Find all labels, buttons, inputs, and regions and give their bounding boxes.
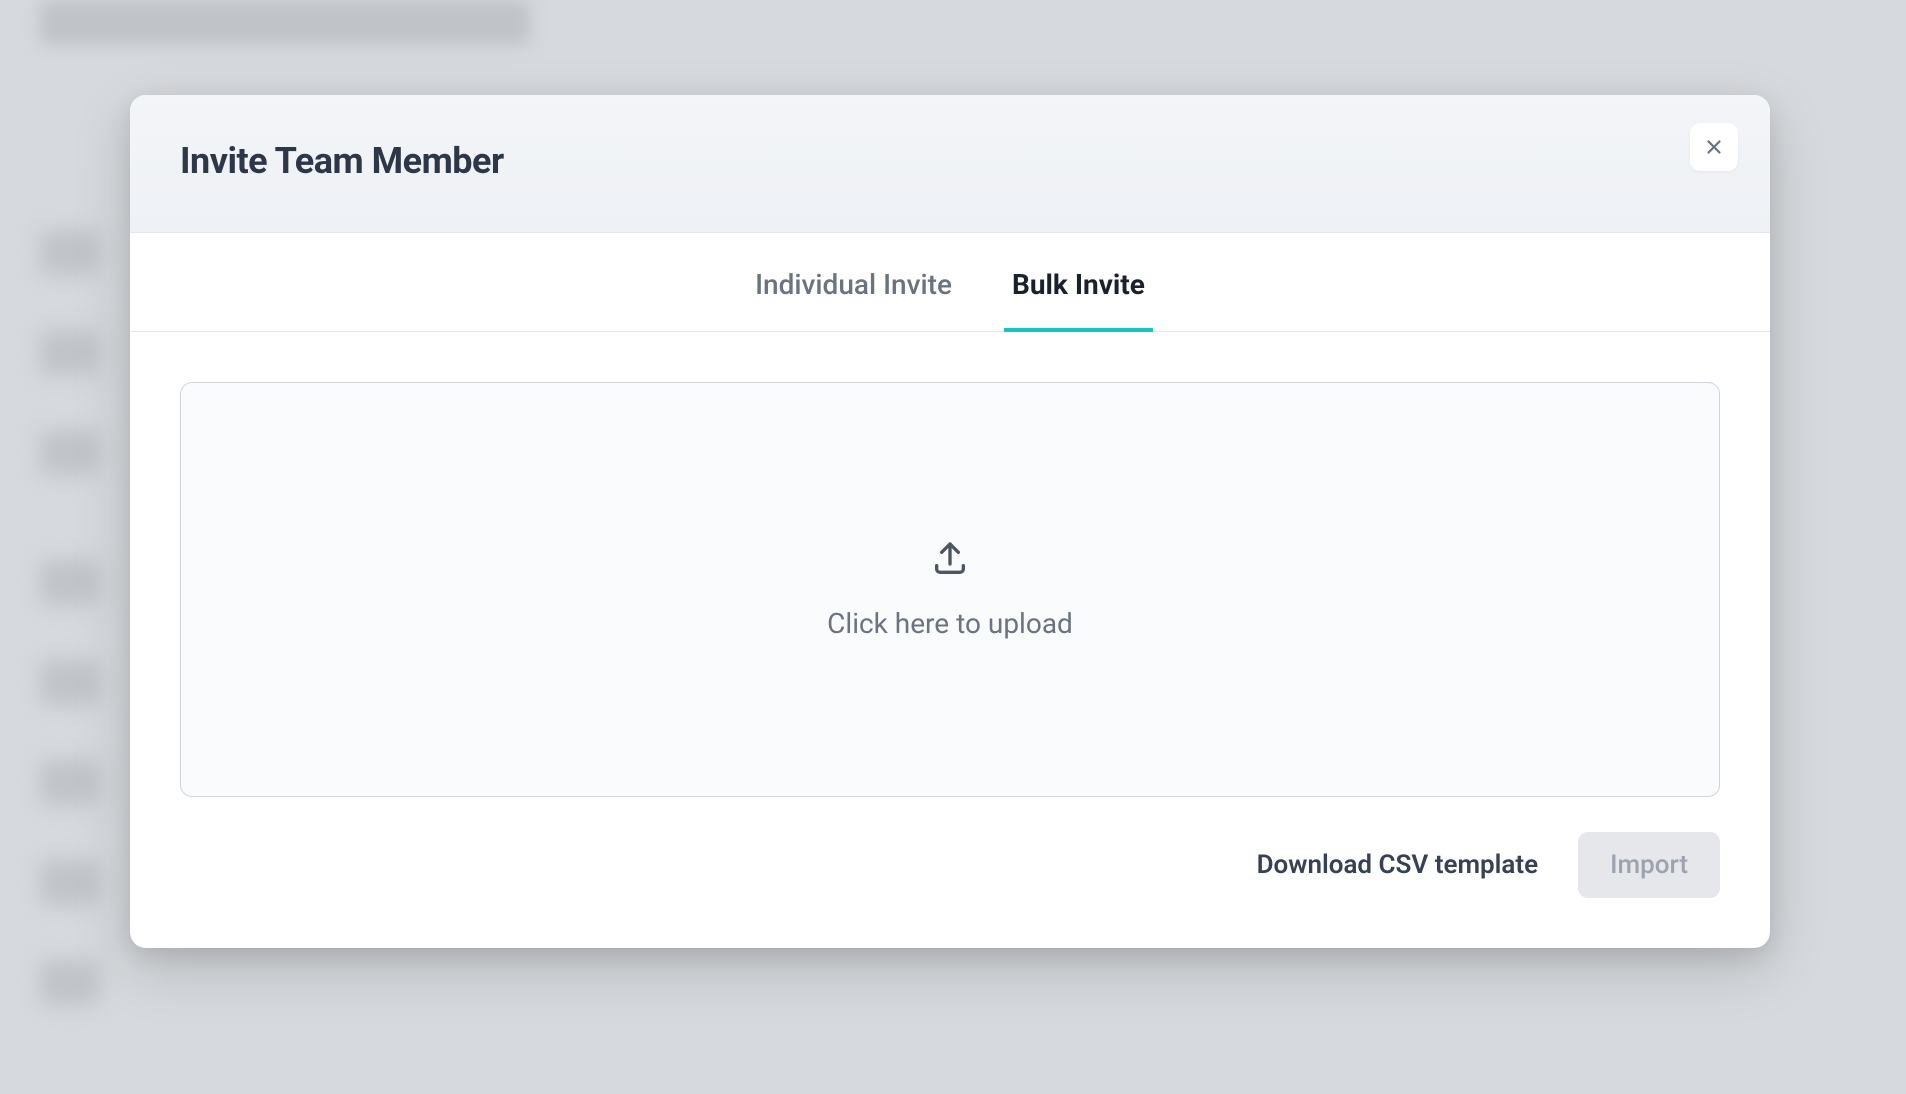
modal-header: Invite Team Member <box>130 95 1770 233</box>
upload-icon <box>930 539 970 579</box>
close-button[interactable] <box>1690 123 1738 171</box>
close-icon <box>1703 136 1725 158</box>
import-button[interactable]: Import <box>1578 832 1720 898</box>
modal-body: Click here to upload <box>130 332 1770 832</box>
tab-bulk-invite[interactable]: Bulk Invite <box>1012 233 1145 331</box>
modal-footer: Download CSV template Import <box>130 832 1770 948</box>
invite-team-member-modal: Invite Team Member Individual Invite Bul… <box>130 95 1770 948</box>
upload-dropzone[interactable]: Click here to upload <box>180 382 1720 797</box>
tab-individual-invite[interactable]: Individual Invite <box>755 233 952 331</box>
tabs-container: Individual Invite Bulk Invite <box>130 233 1770 332</box>
upload-text: Click here to upload <box>827 607 1073 640</box>
download-csv-template-link[interactable]: Download CSV template <box>1257 850 1539 880</box>
modal-title: Invite Team Member <box>180 140 1720 182</box>
